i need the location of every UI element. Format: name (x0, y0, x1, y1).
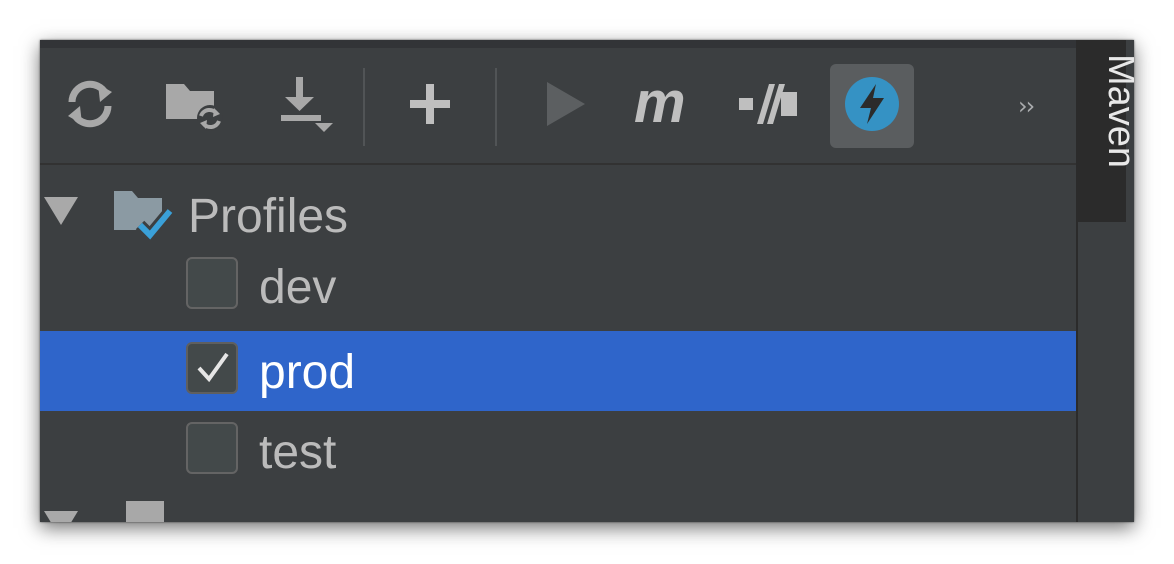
expand-arrow-icon (44, 511, 78, 522)
maven-tool-window: m ›› Profiles dev prod test Maven (40, 40, 1134, 522)
profiles-folder-icon (112, 185, 176, 248)
toolbar-separator (363, 68, 365, 146)
right-tool-stripe: Maven (1076, 40, 1134, 522)
profile-row-prod[interactable]: prod (40, 331, 1076, 411)
profile-row-dev[interactable]: dev (40, 246, 1076, 326)
maven-side-tab-label: Maven (1100, 54, 1134, 169)
reload-all-button[interactable] (48, 64, 132, 148)
profile-row-test[interactable]: test (40, 411, 1076, 491)
maven-m-icon: m (630, 70, 700, 137)
offline-icon (737, 76, 803, 137)
next-tree-node-cutoff (40, 495, 440, 522)
toggle-skip-tests-button[interactable] (830, 64, 914, 148)
top-edge (40, 40, 1076, 48)
more-actions-chevrons[interactable]: ›› (1018, 92, 1035, 120)
add-maven-projects-button[interactable] (388, 64, 472, 148)
maven-toolbar: m ›› (40, 48, 1076, 165)
maven-tree: Profiles dev prod test (40, 173, 1076, 522)
svg-text:m: m (634, 76, 686, 132)
maven-panel: m ›› Profiles dev prod test (40, 48, 1076, 522)
checkmark-icon (197, 352, 229, 383)
folder-icon (126, 501, 164, 522)
run-maven-build-button[interactable] (522, 64, 606, 148)
profile-label-dev: dev (259, 261, 337, 314)
download-sources-button[interactable] (262, 64, 346, 148)
profiles-label: Profiles (188, 190, 349, 243)
download-icon (271, 71, 337, 142)
plus-icon (405, 79, 455, 134)
lightning-icon (842, 74, 902, 139)
profiles-node[interactable]: Profiles (40, 173, 1076, 253)
folder-refresh-icon (160, 74, 226, 139)
profile-checkbox-test[interactable] (186, 422, 238, 474)
toggle-offline-mode-button[interactable] (728, 64, 812, 148)
maven-side-tab[interactable]: Maven (1078, 40, 1134, 222)
profile-label-test: test (259, 426, 337, 479)
play-icon (539, 79, 589, 134)
toolbar-separator (495, 68, 497, 146)
profile-label-prod: prod (259, 346, 356, 399)
profile-checkbox-dev[interactable] (186, 257, 238, 309)
expand-arrow-icon[interactable] (44, 197, 78, 225)
generate-sources-button[interactable] (151, 64, 235, 148)
refresh-icon (62, 76, 118, 137)
profile-checkbox-prod[interactable] (186, 342, 238, 394)
execute-maven-goal-button[interactable]: m (623, 64, 707, 148)
